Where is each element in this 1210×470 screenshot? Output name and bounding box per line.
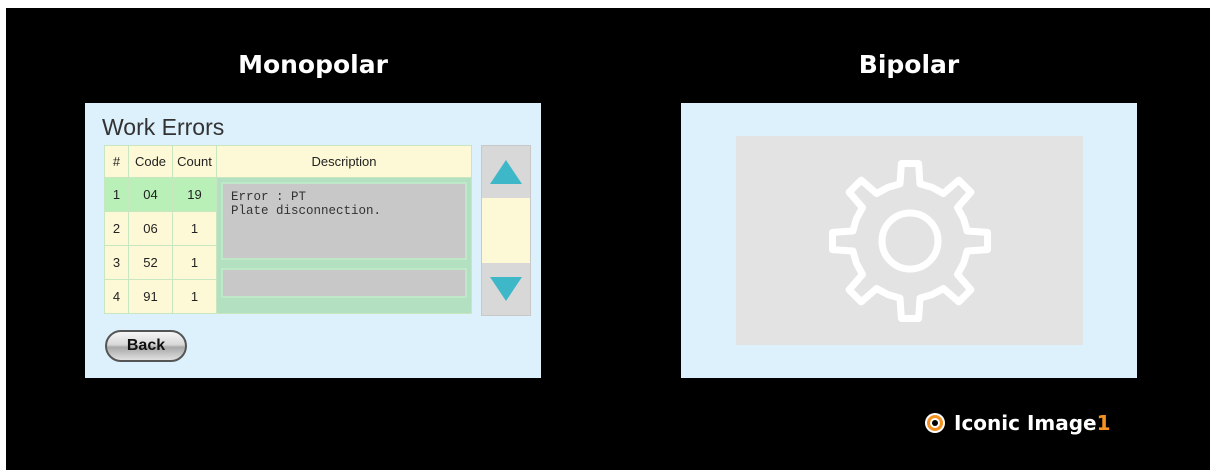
row-number: 3 [104,245,129,280]
description-cell: Error : PT Plate disconnection. [216,177,472,314]
table-row[interactable]: 1 04 19 Error : PT Plate disconnection. [104,177,472,314]
row-code: 04 [128,177,173,212]
monopolar-heading: Monopolar [238,50,388,79]
column-header-description: Description [216,145,472,178]
work-errors-table: # Code Count Description 1 04 19 Error :… [104,145,472,314]
scroll-down-button[interactable] [482,263,530,315]
description-line: Error : PT [231,190,307,204]
row-code: 06 [128,211,173,246]
row-code: 91 [128,279,173,314]
row-number: 1 [104,177,129,212]
triangle-down-icon [490,277,522,301]
row-count: 1 [172,245,217,280]
description-text: Error : PT Plate disconnection. [221,182,467,260]
description-secondary [221,268,467,298]
column-header-count: Count [172,145,217,178]
scrollbar[interactable] [481,145,531,316]
triangle-up-icon [490,160,522,184]
brand-text: Iconic Image [954,411,1097,435]
page-title: Work Errors [102,114,225,140]
scroll-up-button[interactable] [482,146,530,198]
gear-icon [828,159,991,322]
brand-logo: Iconic Image1 [924,411,1111,435]
brand-accent: 1 [1096,411,1111,435]
bipolar-heading: Bipolar [858,50,960,79]
bipolar-screen [681,103,1137,378]
row-count: 1 [172,211,217,246]
row-number: 4 [104,279,129,314]
row-code: 52 [128,245,173,280]
row-count: 1 [172,279,217,314]
row-count: 19 [172,177,217,212]
power-ring-icon [925,413,945,433]
back-button[interactable]: Back [105,330,187,362]
description-line: Plate disconnection. [231,204,382,218]
column-header-code: Code [128,145,173,178]
placeholder-image [736,136,1083,345]
row-number: 2 [104,211,129,246]
column-header-number: # [104,145,129,178]
monopolar-screen: Work Errors # Code Count Description 1 0… [85,103,541,378]
